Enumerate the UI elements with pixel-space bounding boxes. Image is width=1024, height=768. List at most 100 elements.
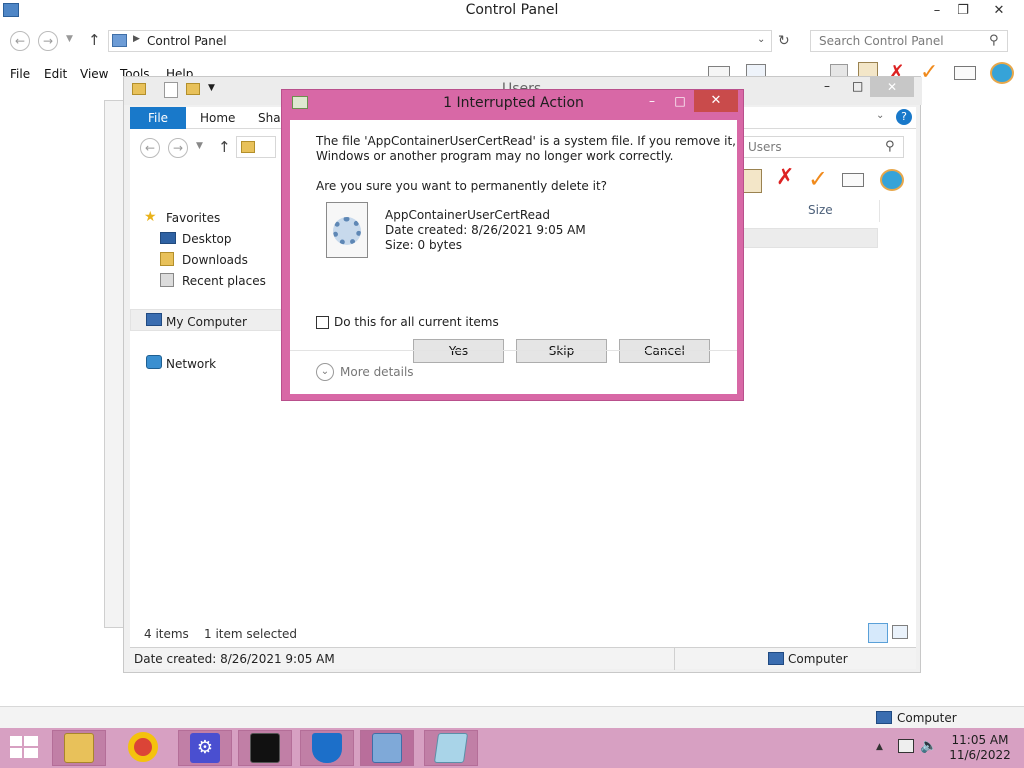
taskbar-top-strip: Computer xyxy=(0,706,1024,728)
file-size: Size: 0 bytes xyxy=(385,238,462,252)
back-icon[interactable]: ← xyxy=(10,31,30,51)
chrome-icon xyxy=(128,732,158,762)
file-date-created: Date created: 8/26/2021 9:05 AM xyxy=(385,223,586,237)
taskbar-notepad[interactable] xyxy=(424,730,478,766)
taskbar-settings[interactable]: ⚙ xyxy=(178,730,232,766)
security-icon xyxy=(312,733,342,763)
skip-button[interactable]: Skip xyxy=(516,339,607,363)
detail-location: Computer xyxy=(788,652,848,666)
search-input[interactable]: Search Control Panel ⚲ xyxy=(810,30,1008,52)
users-address-bar[interactable] xyxy=(236,136,276,158)
taskbar: ⚙ ▲ 🔈 xyxy=(0,728,1024,768)
settings-icon: ⚙ xyxy=(190,733,220,763)
taskbar-command-prompt[interactable] xyxy=(238,730,292,766)
dialog-close-button[interactable]: ✕ xyxy=(694,90,738,112)
breadcrumb[interactable]: Control Panel xyxy=(147,34,227,48)
column-header-size[interactable]: Size xyxy=(800,200,880,222)
detail-date-created: Date created: 8/26/2021 9:05 AM xyxy=(134,652,335,666)
volume-icon[interactable]: 🔈 xyxy=(920,738,937,754)
breadcrumb-chevron-icon[interactable]: ▶ xyxy=(133,34,140,44)
search-icon[interactable]: ⚲ xyxy=(885,139,895,154)
status-item-count: 4 items xyxy=(144,627,189,641)
taskbar-security[interactable] xyxy=(300,730,354,766)
selected-row[interactable] xyxy=(740,228,878,248)
properties-icon[interactable] xyxy=(164,82,178,98)
users-maximize-button[interactable]: □ xyxy=(852,79,863,93)
recent-locations-icon[interactable]: ▼ xyxy=(66,34,73,44)
users-recent-icon[interactable]: ▼ xyxy=(196,141,203,151)
taskbar-clock[interactable]: 11:05 AM 11/6/2022 xyxy=(940,733,1020,763)
start-windows-icon[interactable] xyxy=(10,736,38,760)
address-bar[interactable]: ▶ Control Panel ⌄ xyxy=(108,30,772,52)
globe-icon[interactable] xyxy=(880,169,904,191)
status-bar: 4 items 1 item selected xyxy=(130,623,916,645)
cancel-button[interactable]: Cancel xyxy=(619,339,710,363)
system-file-gear-icon xyxy=(326,202,368,258)
show-hidden-icons-icon[interactable]: ▲ xyxy=(876,742,883,752)
confirm-question: Are you sure you want to permanently del… xyxy=(316,179,608,193)
details-view-icon[interactable] xyxy=(868,623,888,643)
chevron-down-icon[interactable]: ⌄ xyxy=(757,34,765,45)
dialog-maximize-button[interactable]: □ xyxy=(666,90,694,112)
network-tray-icon[interactable] xyxy=(898,739,914,753)
users-search-input[interactable]: Users ⚲ xyxy=(742,136,904,158)
dialog-minimize-button[interactable]: – xyxy=(638,90,666,112)
users-search-placeholder: Users xyxy=(748,140,782,154)
taskbar-file-explorer[interactable] xyxy=(52,730,106,766)
chevron-down-icon[interactable]: ⌄ xyxy=(316,363,334,381)
rename-icon[interactable] xyxy=(842,173,864,187)
taskbar-computer-label: Computer xyxy=(897,711,957,725)
warning-line-2: Windows or another program may no longer… xyxy=(316,149,674,163)
nav-recent-places[interactable]: Recent places xyxy=(182,274,266,288)
large-icons-view-icon[interactable] xyxy=(892,625,908,639)
tab-share[interactable]: Share xyxy=(258,111,282,125)
up-icon[interactable]: ↑ xyxy=(88,31,101,49)
details-bar: Date created: 8/26/2021 9:05 AM Computer xyxy=(130,647,916,670)
clock-time: 11:05 AM xyxy=(951,733,1009,747)
navigation-pane: ★ Favorites Desktop Downloads Recent pla… xyxy=(130,195,290,615)
taskbar-control-panel[interactable] xyxy=(360,730,414,766)
globe-icon[interactable] xyxy=(990,62,1014,84)
close-button[interactable]: ✕ xyxy=(984,0,1014,22)
computer-icon xyxy=(768,652,784,665)
expand-ribbon-icon[interactable]: ⌄ xyxy=(876,110,884,121)
nav-network[interactable]: Network xyxy=(166,357,216,371)
nav-downloads[interactable]: Downloads xyxy=(182,253,248,267)
users-minimize-button[interactable]: – xyxy=(824,79,830,93)
search-icon[interactable]: ⚲ xyxy=(989,33,999,48)
restore-button[interactable]: ❐ xyxy=(948,0,978,22)
new-folder-icon[interactable] xyxy=(186,83,200,95)
taskbar-chrome[interactable] xyxy=(116,730,170,766)
users-close-button[interactable]: ✕ xyxy=(870,77,914,97)
rename-icon[interactable] xyxy=(954,66,976,80)
forward-icon[interactable]: → xyxy=(38,31,58,51)
help-icon[interactable]: ? xyxy=(896,109,912,125)
apply-all-label[interactable]: Do this for all current items xyxy=(334,315,499,330)
gear-icon xyxy=(333,217,361,245)
network-icon xyxy=(146,355,162,369)
users-forward-icon[interactable]: → xyxy=(168,138,188,158)
tab-home[interactable]: Home xyxy=(200,111,235,125)
menu-view[interactable]: View xyxy=(80,67,108,81)
users-up-icon[interactable]: ↑ xyxy=(218,138,231,156)
window-title: Control Panel xyxy=(465,2,559,18)
yes-button[interactable]: Yes xyxy=(413,339,504,363)
refresh-icon[interactable]: ↻ xyxy=(778,33,790,49)
computer-icon xyxy=(876,711,892,724)
nav-desktop[interactable]: Desktop xyxy=(182,232,232,246)
checkmark-icon[interactable]: ✓ xyxy=(920,60,938,85)
interrupted-action-dialog: 1 Interrupted Action – □ ✕ The file 'App… xyxy=(281,89,744,401)
more-details-link[interactable]: More details xyxy=(340,365,414,380)
delete-icon[interactable]: ✗ xyxy=(776,165,794,190)
nav-my-computer[interactable]: My Computer xyxy=(166,315,247,329)
notepad-icon xyxy=(433,733,469,763)
apply-all-checkbox[interactable] xyxy=(316,316,329,329)
tab-file[interactable]: File xyxy=(130,107,186,129)
menu-file[interactable]: File xyxy=(10,67,30,81)
users-back-icon[interactable]: ← xyxy=(140,138,160,158)
customize-toolbar-icon[interactable]: ▼ xyxy=(208,83,215,93)
favorites-star-icon: ★ xyxy=(144,209,157,225)
menu-edit[interactable]: Edit xyxy=(44,67,67,81)
nav-favorites[interactable]: Favorites xyxy=(166,211,220,225)
checkmark-icon[interactable]: ✓ xyxy=(808,165,828,193)
